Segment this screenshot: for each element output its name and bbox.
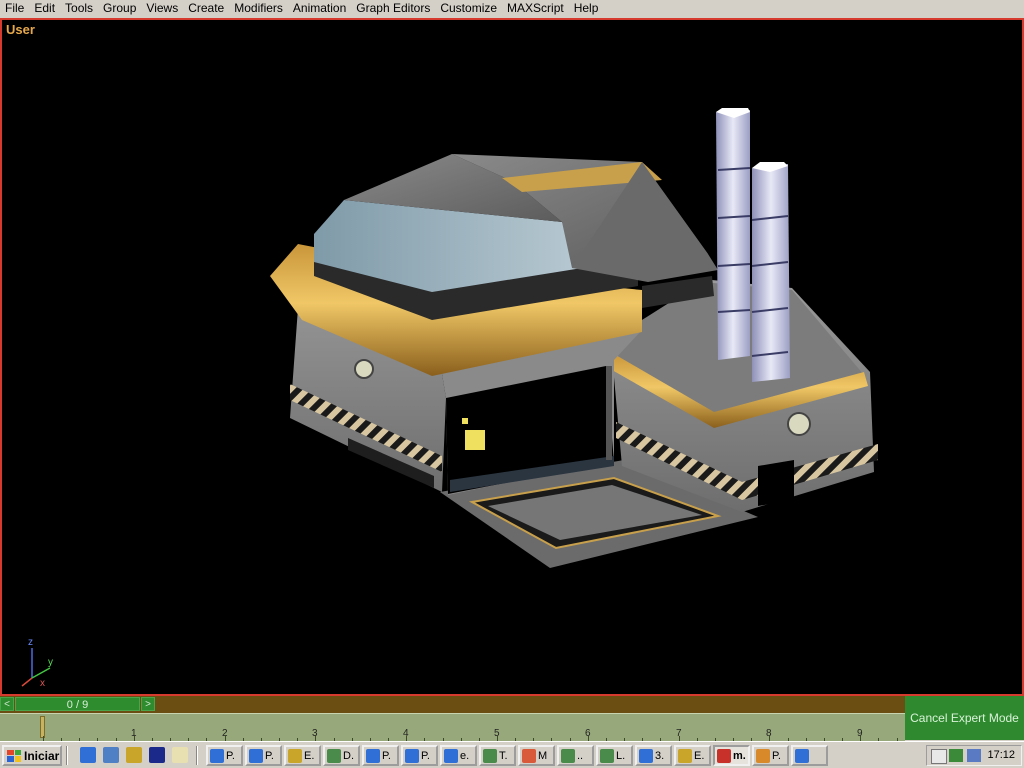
- task-button-label: ..: [577, 749, 584, 762]
- task-button[interactable]: ..: [557, 745, 594, 766]
- menu-help[interactable]: Help: [569, 0, 604, 17]
- task-button-label: P.: [772, 749, 781, 762]
- winamp-icon[interactable]: [126, 747, 142, 763]
- track-bar[interactable]: 1 2 3 4 5 6 7 8 9: [0, 713, 905, 741]
- task-button[interactable]: E.: [674, 745, 711, 766]
- task-button-label: P.: [226, 749, 235, 762]
- explorer-icon: [600, 748, 614, 763]
- task-button-label: P.: [382, 749, 391, 762]
- menu-file[interactable]: File: [0, 0, 29, 17]
- tray-app-icon[interactable]: [967, 749, 981, 762]
- cancel-expert-mode-button[interactable]: Cancel Expert Mode: [905, 696, 1024, 740]
- task-button-label: D.: [343, 749, 354, 762]
- ie-icon: [210, 748, 224, 763]
- menu-maxscript[interactable]: MAXScript: [502, 0, 569, 17]
- windows-logo-icon: [7, 749, 21, 762]
- ie-icon: [405, 748, 419, 763]
- explorer-icon: [327, 748, 341, 763]
- network-icon[interactable]: [949, 749, 963, 762]
- task-button-label: T.: [499, 749, 508, 762]
- menu-animation[interactable]: Animation: [288, 0, 351, 17]
- task-button-label: e.: [460, 749, 470, 762]
- menu-modifiers[interactable]: Modifiers: [229, 0, 288, 17]
- volume-icon[interactable]: [931, 749, 947, 764]
- menu-views[interactable]: Views: [141, 0, 183, 17]
- axis-z-label: z: [28, 637, 33, 648]
- ie-icon: [444, 748, 458, 763]
- search-doc-icon: [678, 748, 692, 763]
- tool-icon: [756, 748, 770, 763]
- ie-icon: [639, 748, 653, 763]
- time-slider-next-button[interactable]: >: [141, 697, 155, 711]
- task-button-label: E.: [694, 749, 705, 762]
- task-button-label: E.: [304, 749, 315, 762]
- task-button[interactable]: e.: [440, 745, 477, 766]
- menu-graph-editors[interactable]: Graph Editors: [351, 0, 435, 17]
- user-viewport[interactable]: z y x User: [0, 18, 1024, 696]
- system-tray: 17:12: [926, 745, 1022, 766]
- trackbar-tick-label: 3: [312, 728, 318, 739]
- task-button[interactable]: T.: [479, 745, 516, 766]
- trackbar-tick-label: 1: [131, 728, 137, 739]
- task-button[interactable]: 3.: [635, 745, 672, 766]
- task-button[interactable]: D.: [323, 745, 360, 766]
- time-slider-thumb[interactable]: 0 / 9: [15, 697, 140, 711]
- task-button-label: L.: [616, 749, 626, 762]
- menu-customize[interactable]: Customize: [435, 0, 502, 17]
- task-button-label: P.: [265, 749, 274, 762]
- paint-icon: [522, 748, 536, 763]
- explorer-icon: [561, 748, 575, 763]
- task-button[interactable]: M: [518, 745, 555, 766]
- axis-y-label: y: [48, 657, 53, 668]
- taskbar-separator: [196, 746, 198, 765]
- notes-icon[interactable]: [172, 747, 188, 763]
- menu-group[interactable]: Group: [98, 0, 141, 17]
- task-button[interactable]: P.: [362, 745, 399, 766]
- trackbar-tick-label: 4: [403, 728, 409, 739]
- menu-tools[interactable]: Tools: [60, 0, 98, 17]
- start-button[interactable]: Iniciar: [2, 745, 62, 766]
- time-slider[interactable]: < 0 / 9 >: [0, 696, 905, 713]
- media-icon[interactable]: [149, 747, 165, 763]
- trackbar-tick-label: 6: [585, 728, 591, 739]
- menu-edit[interactable]: Edit: [29, 0, 60, 17]
- trackbar-tick-label: 8: [766, 728, 772, 739]
- explorer-icon: [483, 748, 497, 763]
- trackbar-tick-label: 7: [676, 728, 682, 739]
- current-frame-marker[interactable]: [40, 716, 45, 738]
- menu-bar: File Edit Tools Group Views Create Modif…: [0, 0, 1024, 17]
- axis-tripod-icon: z y x: [21, 637, 53, 689]
- menu-create[interactable]: Create: [183, 0, 229, 17]
- ie-icon: [795, 748, 809, 763]
- task-button[interactable]: E.: [284, 745, 321, 766]
- task-button-label: P.: [421, 749, 430, 762]
- task-button[interactable]: [791, 745, 828, 766]
- task-button[interactable]: P.: [401, 745, 438, 766]
- factory-model-render[interactable]: z y x: [2, 20, 1022, 694]
- axis-x-label: x: [40, 678, 45, 689]
- task-button[interactable]: m.: [713, 745, 750, 766]
- ie-icon: [366, 748, 380, 763]
- trackbar-tick-label: 5: [494, 728, 500, 739]
- task-button[interactable]: P.: [752, 745, 789, 766]
- clock[interactable]: 17:12: [987, 749, 1015, 761]
- task-button-label: 3.: [655, 749, 665, 762]
- start-label: Iniciar: [24, 748, 60, 763]
- trackbar-tick-label: 9: [857, 728, 863, 739]
- max-icon: [717, 748, 731, 763]
- trackbar-tick-label: 2: [222, 728, 228, 739]
- task-button-label: m.: [733, 749, 746, 762]
- taskbar: Iniciar P. P. E. D. P. P. e. T. M.. L. 3. E. m. P. 17…: [0, 741, 1024, 768]
- viewport-label[interactable]: User: [6, 22, 35, 37]
- task-button[interactable]: L.: [596, 745, 633, 766]
- ie-icon[interactable]: [80, 747, 96, 763]
- ie-icon: [249, 748, 263, 763]
- time-slider-prev-button[interactable]: <: [0, 697, 14, 711]
- outlook-icon[interactable]: [103, 747, 119, 763]
- task-button[interactable]: P.: [245, 745, 282, 766]
- task-button-label: M: [538, 749, 548, 762]
- taskbar-separator: [66, 746, 68, 765]
- task-button[interactable]: P.: [206, 745, 243, 766]
- search-doc-icon: [288, 748, 302, 763]
